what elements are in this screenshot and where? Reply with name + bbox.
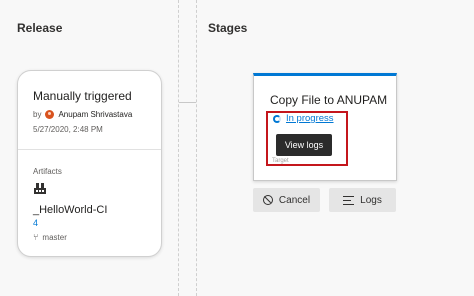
in-progress-icon	[273, 114, 281, 123]
release-date: 5/27/2020, 2:48 PM	[33, 125, 103, 134]
stages-section-title: Stages	[208, 21, 248, 35]
logs-icon	[343, 195, 355, 205]
author-name: Anupam Shrivastava	[58, 110, 133, 119]
branch-name: master	[42, 232, 67, 242]
avatar	[45, 110, 55, 119]
branch-icon: ⑂	[33, 232, 39, 242]
trigger-title: Manually triggered	[33, 89, 132, 103]
logs-button[interactable]: Logs	[329, 188, 396, 212]
cancel-label: Cancel	[278, 194, 311, 206]
view-logs-button[interactable]: View logs	[276, 134, 332, 156]
by-label: by	[33, 110, 42, 119]
status-link[interactable]: In progress	[286, 113, 334, 124]
branch-row: ⑂ master	[33, 232, 67, 242]
release-card-header: Manually triggered by Anupam Shrivastava…	[18, 71, 161, 150]
stage-card[interactable]: Copy File to ANUPAM In progress View log…	[253, 73, 397, 181]
stage-name: Copy File to ANUPAM	[270, 93, 388, 107]
triggered-by-row: by Anupam Shrivastava	[33, 110, 132, 119]
artifact-name-link[interactable]: _HelloWorld-CI	[33, 204, 107, 216]
logs-label: Logs	[360, 194, 382, 206]
pipeline-connector	[179, 102, 196, 103]
artifact-version-link[interactable]: 4	[33, 218, 38, 228]
stage-status[interactable]: In progress	[273, 113, 334, 124]
release-card[interactable]: Manually triggered by Anupam Shrivastava…	[17, 70, 162, 257]
release-section-title: Release	[17, 21, 63, 35]
cancel-icon	[262, 195, 273, 205]
cancel-button[interactable]: Cancel	[253, 188, 320, 212]
target-label: Target	[272, 158, 289, 164]
artifacts-label: Artifacts	[33, 167, 62, 176]
build-pipeline-icon	[34, 183, 46, 194]
